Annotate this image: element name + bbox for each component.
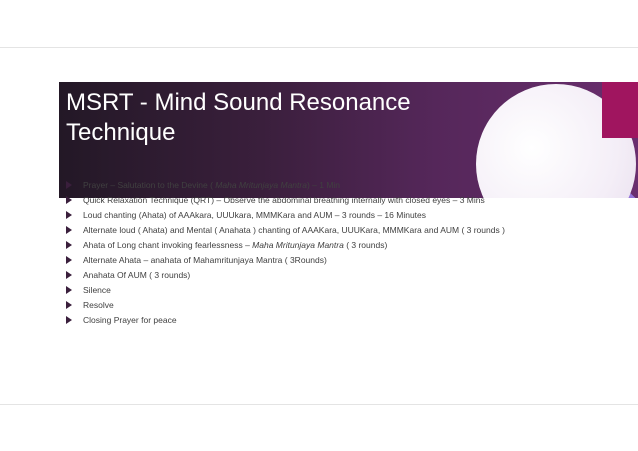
bullet-arrow-icon [66,271,72,279]
bullet-text-after: ( 3 rounds) [343,240,388,250]
bullet-item: Closing Prayer for peace [66,315,536,325]
bullet-arrow-icon [66,316,72,324]
bullet-text: Closing Prayer for peace [83,315,177,325]
bullet-item: Alternate loud ( Ahata) and Mental ( Ana… [66,225,536,235]
bullet-text: Resolve [83,300,114,310]
slide-title: MSRT - Mind Sound Resonance Technique [66,88,446,148]
bullet-text: Alternate Ahata – anahata of Mahamritunj… [83,255,327,265]
bullet-text: Alternate loud ( Ahata) and Mental ( Ana… [83,225,505,235]
bullet-text: Loud chanting (Ahata) of AAAkara, UUUkar… [83,210,427,220]
bullet-item: Alternate Ahata – anahata of Mahamritunj… [66,255,536,265]
bullet-text: Prayer – Salutation to the Devine ( [83,180,216,190]
bullet-arrow-icon [66,241,72,249]
bullet-arrow-icon [66,196,72,204]
bullet-item: Ahata of Long chant invoking fearlessnes… [66,240,536,250]
bullet-text: Quick Relaxation Technique (QRT) – Obser… [83,195,485,205]
bullet-arrow-icon [66,211,72,219]
slide-title-line2: Technique [66,119,176,146]
slide-title-line1: MSRT - Mind Sound Resonance [66,89,411,116]
bullet-item: Loud chanting (Ahata) of AAAkara, UUUkar… [66,210,536,220]
bullet-text: Anahata Of AUM ( 3 rounds) [83,270,191,280]
bullet-item: Prayer – Salutation to the Devine ( Maha… [66,180,536,190]
bullet-text: Silence [83,285,111,295]
bullet-arrow-icon [66,256,72,264]
accent-bar [602,82,638,138]
bullet-item: Silence [66,285,536,295]
bullet-text: Ahata of Long chant invoking fearlessnes… [83,240,253,250]
bullet-arrow-icon [66,301,72,309]
bullet-item: Anahata Of AUM ( 3 rounds) [66,270,536,280]
bullet-italic-text: Maha Mritunjaya Mantra [215,180,307,190]
bullet-arrow-icon [66,286,72,294]
bullet-item: Quick Relaxation Technique (QRT) – Obser… [66,195,536,205]
bullet-item: Resolve [66,300,536,310]
bullet-arrow-icon [66,181,72,189]
bullet-list: Prayer – Salutation to the Devine ( Maha… [66,180,536,330]
bullet-text-after: ) – 1 Min [306,180,341,190]
bullet-italic-text: Maha Mritunjaya Mantra [252,240,344,250]
bullet-arrow-icon [66,226,72,234]
